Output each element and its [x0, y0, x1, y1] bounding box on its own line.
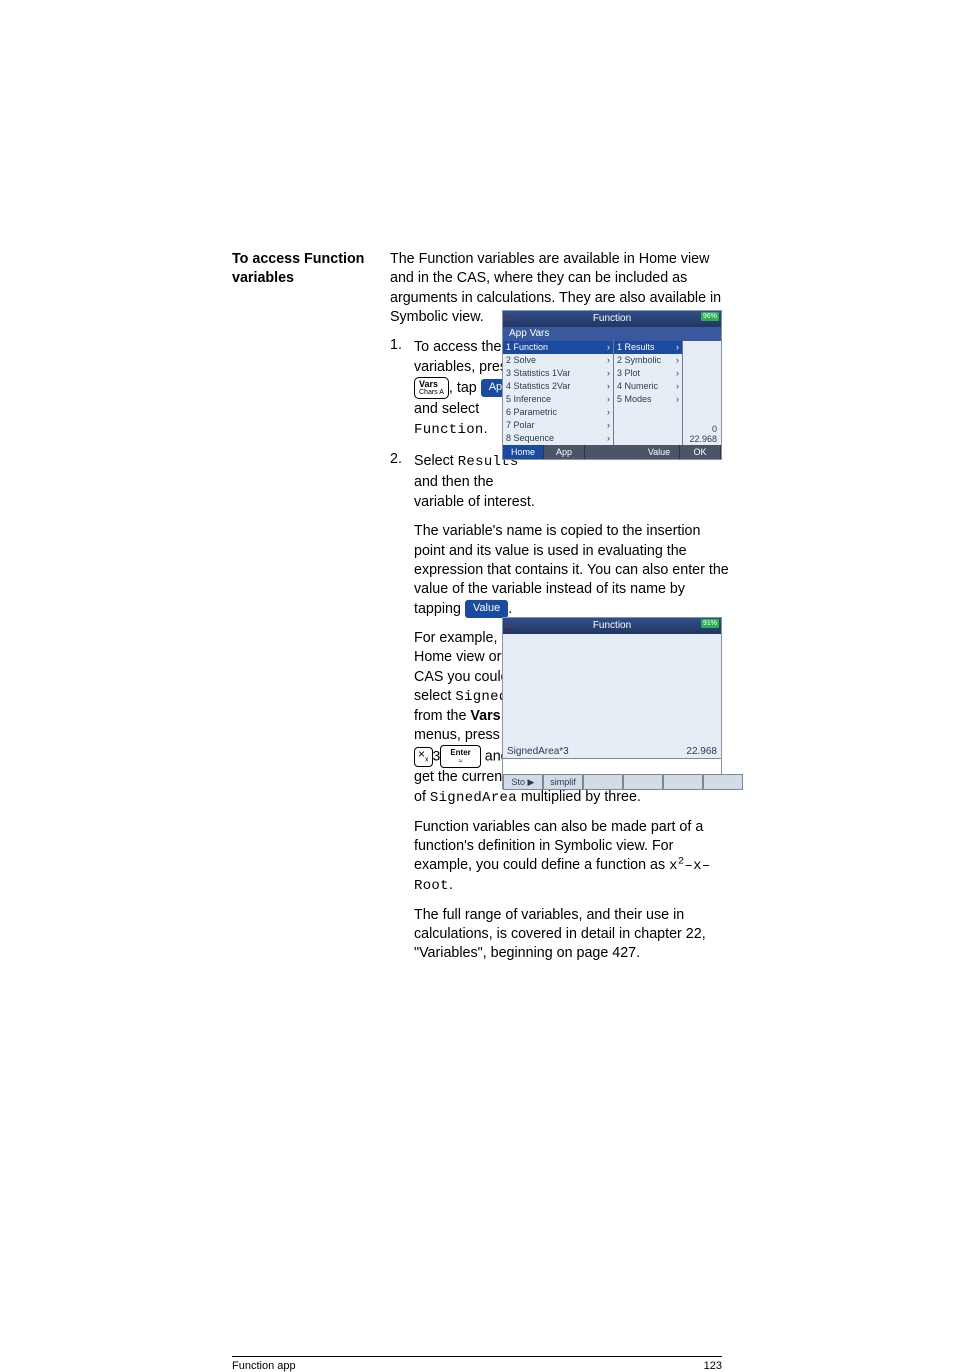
- step-2: 2. Select Results and then the variable …: [390, 451, 730, 513]
- step-1-mid: , tap: [449, 380, 481, 396]
- vars-key-top: Vars: [419, 379, 438, 389]
- multiply-key-top: ×: [418, 747, 425, 761]
- chevron-right-icon: ›: [676, 341, 679, 354]
- paragraph-symbolic: Function variables can also be made part…: [390, 818, 730, 896]
- ex-l4a: select: [414, 688, 455, 704]
- chevron-right-icon: ›: [676, 380, 679, 393]
- calc2-title: Function: [503, 620, 721, 631]
- vars-key-icon: Vars Chars A: [414, 377, 449, 399]
- chevron-right-icon: ›: [676, 354, 679, 367]
- calc1-right-menu: 1 Results› 2 Symbolic› 3 Plot› 4 Numeric…: [614, 341, 683, 445]
- enter-key-sub: ≈: [450, 757, 470, 766]
- enter-key-top: Enter: [450, 748, 470, 757]
- menu-item-inference[interactable]: 5 Inference›: [503, 393, 613, 406]
- softkey-sto[interactable]: Sto ▶: [503, 774, 543, 790]
- chevron-right-icon: ›: [607, 341, 610, 354]
- para-c-tail: .: [449, 877, 453, 893]
- step-2-line3: variable of interest.: [414, 492, 574, 512]
- step-2-line2: and then the: [414, 472, 549, 492]
- step-1-code: Function: [414, 422, 484, 438]
- multiply-key-icon: ×x: [414, 747, 433, 767]
- menu-item-parametric[interactable]: 6 Parametric›: [503, 406, 613, 419]
- softkey-ok[interactable]: OK: [680, 445, 721, 459]
- chevron-right-icon: ›: [607, 367, 610, 380]
- para-a-text: The variable's name is copied to the ins…: [414, 523, 729, 616]
- ex-l9b: multiplied by three.: [517, 789, 641, 805]
- chevron-right-icon: ›: [676, 393, 679, 406]
- section-heading: To access Function variables: [232, 250, 382, 974]
- submenu-item-modes[interactable]: 5 Modes›: [614, 393, 682, 406]
- para-a-tail: .: [508, 601, 512, 617]
- submenu-item-numeric[interactable]: 4 Numeric›: [614, 380, 682, 393]
- calc1-history-pane: 0 22.968: [683, 341, 721, 445]
- calc1-title: Function: [503, 313, 721, 324]
- calc1-left-menu: 1 Function› 2 Solve› 3 Statistics 1Var› …: [503, 341, 614, 445]
- softkey-blank-1[interactable]: [583, 774, 623, 790]
- ex-l5a: from the: [414, 708, 470, 724]
- ex-l9a: of: [414, 789, 430, 805]
- menu-item-stats2var[interactable]: 4 Statistics 2Var›: [503, 380, 613, 393]
- value-soft-button: Value: [465, 600, 508, 618]
- chevron-right-icon: ›: [676, 367, 679, 380]
- calc1-val-top: 0: [689, 424, 717, 434]
- page-footer: Function app 123: [232, 1356, 722, 1372]
- chevron-right-icon: ›: [607, 354, 610, 367]
- softkey-blank-3[interactable]: [663, 774, 703, 790]
- step-1-period: .: [484, 421, 488, 437]
- chevron-right-icon: ›: [607, 380, 610, 393]
- calc1-val-bottom: 22.968: [689, 434, 717, 444]
- menu-item-stats1var[interactable]: 3 Statistics 1Var›: [503, 367, 613, 380]
- footer-page-number: 123: [704, 1360, 722, 1372]
- step-2-pre: Select: [414, 453, 458, 469]
- chevron-right-icon: ›: [607, 419, 610, 432]
- chevron-right-icon: ›: [607, 432, 610, 445]
- calc1-subtitle: App Vars: [503, 327, 721, 341]
- calc2-history-value: 22.968: [686, 746, 717, 757]
- submenu-item-plot[interactable]: 3 Plot›: [614, 367, 682, 380]
- paragraph-reference: The full range of variables, and their u…: [390, 906, 730, 964]
- chevron-right-icon: ›: [607, 406, 610, 419]
- chevron-right-icon: ›: [607, 393, 610, 406]
- softkey-blank-4[interactable]: [703, 774, 743, 790]
- softkey-simplif[interactable]: simplif: [543, 774, 583, 790]
- softkey-value[interactable]: Value: [639, 445, 680, 459]
- submenu-item-results[interactable]: 1 Results›: [614, 341, 682, 354]
- vars-key-sub: Chars A: [419, 389, 444, 396]
- para-c-text: Function variables can also be made part…: [414, 819, 703, 874]
- calc2-battery-badge: 91%: [701, 619, 719, 628]
- softkey-home[interactable]: Home: [503, 445, 544, 459]
- softkey-blank-2[interactable]: [623, 774, 663, 790]
- softkey-app[interactable]: App: [544, 445, 585, 459]
- menu-item-sequence[interactable]: 8 Sequence›: [503, 432, 613, 445]
- calc2-history-expr: SignedArea*3: [507, 746, 569, 757]
- enter-key-icon: Enter≈: [440, 745, 480, 768]
- heading-line-2: variables: [232, 269, 382, 288]
- ex-code-signedarea-2: SignedArea: [430, 790, 517, 806]
- page: To access Function variables The Functio…: [0, 0, 954, 1350]
- menu-item-function[interactable]: 1 Function›: [503, 341, 613, 354]
- calc1-battery-badge: 96%: [701, 312, 719, 321]
- calc2-input-line[interactable]: [503, 758, 721, 774]
- calculator-screenshot-home: ― Function 91% SignedArea*3 22.968 Sto ▶…: [502, 617, 722, 789]
- menu-item-polar[interactable]: 7 Polar›: [503, 419, 613, 432]
- multiply-key-sub: x: [425, 756, 429, 763]
- submenu-item-symbolic[interactable]: 2 Symbolic›: [614, 354, 682, 367]
- paragraph-value: The variable's name is copied to the ins…: [390, 522, 730, 618]
- calculator-screenshot-vars-menu: ― Function 96% App Vars 1 Function› 2 So…: [502, 310, 722, 460]
- heading-line-1: To access Function: [232, 250, 382, 269]
- step-1-number: 1.: [390, 337, 402, 353]
- footer-left: Function app: [232, 1360, 296, 1372]
- step-2-number: 2.: [390, 451, 402, 467]
- ex-l5-bold: Vars: [470, 708, 500, 724]
- ex-three: 3: [433, 748, 441, 764]
- menu-item-solve[interactable]: 2 Solve›: [503, 354, 613, 367]
